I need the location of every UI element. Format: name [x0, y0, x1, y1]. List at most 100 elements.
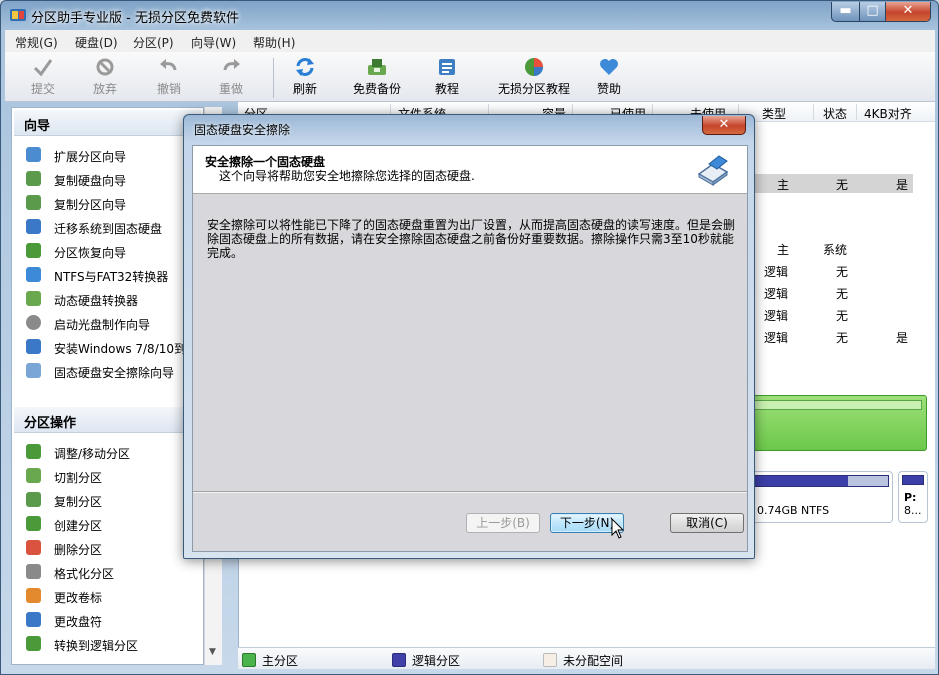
drive-letter-icon	[26, 612, 41, 627]
dialog-header: 安全擦除一个固态硬盘 这个向导将帮助您安全地擦除您选择的固态硬盘.	[193, 146, 747, 194]
convert-logical-icon	[26, 636, 41, 651]
ssd-eraser-icon	[697, 155, 729, 186]
partition-size-label: 0.74GB NTFS	[757, 504, 830, 517]
col-separator	[813, 104, 814, 120]
dialog-title: 固态硬盘安全擦除	[194, 123, 291, 137]
commit-button[interactable]: 提交	[21, 52, 65, 102]
dialog-separator	[193, 491, 747, 493]
op-label: 删除分区	[54, 543, 103, 557]
row-status: 系统	[823, 243, 848, 257]
col-type[interactable]: 类型	[762, 105, 786, 122]
legend-bar: 主分区 逻辑分区 未分配空间	[238, 647, 935, 669]
app-logo-icon	[10, 9, 26, 21]
maximize-button[interactable]: □	[859, 2, 886, 22]
menu-wizard[interactable]: 向导(W)	[191, 34, 236, 51]
op-change-label[interactable]: 更改卷标	[26, 586, 201, 608]
minimize-button[interactable]: ▬	[831, 2, 860, 22]
tutorial-label: 教程	[434, 82, 459, 96]
wizard-item-extend[interactable]: 扩展分区向导	[26, 145, 201, 167]
wizard-item-recovery[interactable]: 分区恢复向导	[26, 241, 201, 263]
op-convert-logical[interactable]: 转换到逻辑分区	[26, 634, 201, 656]
row-type: 主	[777, 178, 790, 192]
row-status: 无	[836, 287, 849, 301]
row-type: 主	[777, 243, 790, 257]
legend-unallocated-label: 未分配空间	[563, 654, 624, 668]
extend-icon	[26, 147, 41, 162]
col-4k-align[interactable]: 4KB对齐	[864, 105, 912, 122]
op-resize-move[interactable]: 调整/移动分区	[26, 442, 201, 464]
primary-partition-block[interactable]	[749, 395, 927, 451]
tutorial-button[interactable]: 教程	[425, 52, 469, 102]
menu-partition[interactable]: 分区(P)	[133, 34, 174, 51]
row-type: 逻辑	[764, 331, 789, 345]
row-align: 是	[896, 178, 909, 192]
backup-icon	[368, 59, 386, 75]
wizard-item-migrate-os[interactable]: 迁移系统到固态硬盘	[26, 217, 201, 239]
resize-icon	[26, 444, 41, 459]
op-label: 转换到逻辑分区	[54, 639, 139, 653]
wizard-item-ntfs-fat32[interactable]: NTFS与FAT32转换器	[26, 265, 201, 287]
undo-button[interactable]: 撤销	[147, 52, 191, 102]
redo-button[interactable]: 重做	[209, 52, 253, 102]
partition-tutorial-button[interactable]: 无损分区教程	[487, 52, 581, 102]
partition-usage-bar	[902, 475, 924, 485]
delete-icon	[26, 540, 41, 555]
scroll-down-arrow-icon[interactable]: ▼	[209, 647, 216, 657]
partition-usage-bar	[753, 475, 889, 487]
op-change-letter[interactable]: 更改盘符	[26, 610, 201, 632]
row-status: 无	[836, 265, 849, 279]
wizard-item-dynamic-disk[interactable]: 动态硬盘转换器	[26, 289, 201, 311]
wizard-item-copy-partition[interactable]: 复制分区向导	[26, 193, 201, 215]
copy-icon	[26, 492, 41, 507]
wizard-item-install-windows[interactable]: 安装Windows 7/8/10到...	[26, 337, 201, 359]
partition-usage-bar	[754, 400, 922, 410]
op-delete[interactable]: 删除分区	[26, 538, 201, 560]
ssd-erase-icon	[26, 363, 41, 378]
op-format[interactable]: 格式化分区	[26, 562, 201, 584]
sponsor-button[interactable]: 赞助	[587, 52, 631, 102]
wizard-item-label: 固态硬盘安全擦除向导	[54, 366, 175, 380]
wizard-section-title: 向导	[14, 110, 201, 136]
legend-logical-label: 逻辑分区	[412, 654, 461, 668]
ssd-erase-dialog: 固态硬盘安全擦除 ✕ 安全擦除一个固态硬盘 这个向导将帮助您安全地擦除您选择的固…	[183, 114, 755, 559]
discard-icon	[96, 58, 114, 76]
wizard-item-copy-disk[interactable]: 复制硬盘向导	[26, 169, 201, 191]
row-status: 无	[836, 178, 849, 192]
partition-tutorial-label: 无损分区教程	[497, 82, 570, 96]
small-partition-block[interactable]: P: 8...	[898, 471, 928, 523]
mouse-cursor-icon	[611, 518, 625, 539]
close-window-button[interactable]: ✕	[885, 2, 931, 22]
menu-help[interactable]: 帮助(H)	[253, 34, 295, 51]
wizard-item-label: NTFS与FAT32转换器	[54, 270, 169, 284]
previous-button[interactable]: 上一步(B)	[466, 513, 540, 533]
col-status[interactable]: 状态	[823, 105, 847, 122]
menu-general[interactable]: 常规(G)	[15, 34, 58, 51]
menu-disk[interactable]: 硬盘(D)	[75, 34, 118, 51]
dialog-body: 安全擦除一个固态硬盘 这个向导将帮助您安全地擦除您选择的固态硬盘. 安全擦除可以…	[192, 145, 748, 552]
refresh-label: 刷新	[292, 82, 317, 96]
undo-icon	[160, 59, 177, 71]
free-backup-button[interactable]: 免费备份	[345, 52, 409, 102]
dialog-close-button[interactable]: ✕	[702, 116, 746, 135]
op-create[interactable]: 创建分区	[26, 514, 201, 536]
unallocated-swatch	[543, 653, 557, 667]
wizard-item-ssd-erase[interactable]: 固态硬盘安全擦除向导	[26, 361, 201, 383]
row-align: 是	[896, 331, 909, 345]
legend-primary-label: 主分区	[262, 654, 299, 668]
wizard-item-bootable-cd[interactable]: 启动光盘制作向导	[26, 313, 201, 335]
left-panel: 向导 扩展分区向导 复制硬盘向导 复制分区向导 迁移系统到固态硬盘 分区恢复向导…	[11, 107, 204, 665]
copy-disk-icon	[26, 171, 41, 186]
op-copy[interactable]: 复制分区	[26, 490, 201, 512]
wizard-item-label: 复制硬盘向导	[54, 174, 127, 188]
partition-tutorial-icon	[525, 58, 543, 76]
heart-icon	[600, 59, 618, 75]
op-label: 更改盘符	[54, 615, 103, 629]
drive-letter: P:	[904, 491, 917, 504]
discard-button[interactable]: 放弃	[83, 52, 127, 102]
op-split[interactable]: 切割分区	[26, 466, 201, 488]
free-backup-label: 免费备份	[352, 82, 401, 96]
refresh-button[interactable]: 刷新	[283, 52, 327, 102]
cancel-button[interactable]: 取消(C)	[670, 513, 744, 533]
window-title: 分区助手专业版 - 无损分区免费软件	[31, 11, 239, 26]
migrate-icon	[26, 219, 41, 234]
